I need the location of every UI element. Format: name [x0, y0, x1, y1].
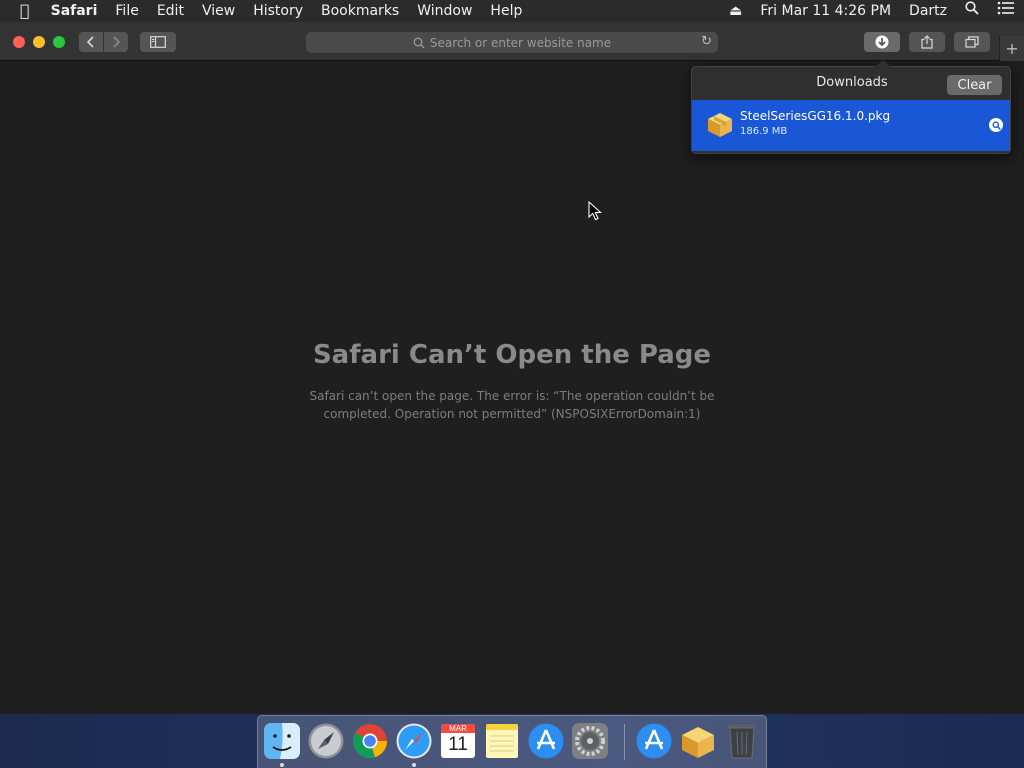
chevron-right-icon [113, 36, 121, 48]
menu-history[interactable]: History [244, 0, 312, 22]
menu-view[interactable]: View [193, 0, 244, 22]
dock-finder-icon[interactable] [263, 722, 301, 760]
sidebar-icon [150, 36, 166, 48]
menu-window[interactable]: Window [408, 0, 481, 22]
dock-app-store-folder-icon[interactable] [635, 722, 673, 760]
safari-toolbar: Search or enter website name ↻ [0, 22, 1024, 61]
address-bar[interactable]: Search or enter website name ↻ [306, 32, 718, 53]
dock-notes-icon[interactable] [483, 722, 521, 760]
dock-package-icon[interactable] [679, 722, 717, 760]
download-filesize: 186.9 MB [740, 126, 788, 137]
menu-bar:  Safari File Edit View History Bookmark… [0, 0, 1024, 22]
forward-button[interactable] [104, 32, 128, 52]
spotlight-search-icon[interactable] [956, 0, 988, 22]
downloads-popover: Downloads Clear SteelSeriesGG16.1.0.pkg … [691, 60, 1011, 154]
dock: MAR 11 [257, 715, 767, 768]
dock-launchpad-icon[interactable] [307, 722, 345, 760]
dock-app-store-icon[interactable] [527, 722, 565, 760]
download-filename: SteelSeriesGG16.1.0.pkg [740, 109, 891, 123]
running-indicator [412, 763, 416, 767]
popover-arrow [875, 60, 891, 67]
menu-app-safari[interactable]: Safari [42, 0, 107, 22]
running-indicator [280, 763, 284, 767]
back-button[interactable] [79, 32, 103, 52]
address-placeholder: Search or enter website name [429, 35, 612, 50]
dock-system-preferences-icon[interactable] [571, 722, 609, 760]
show-all-tabs-button[interactable] [954, 32, 990, 52]
dock-trash-icon[interactable] [723, 722, 761, 760]
apple-menu-icon[interactable]:  [0, 0, 42, 22]
menu-edit[interactable]: Edit [148, 0, 193, 22]
menu-user[interactable]: Dartz [900, 0, 956, 22]
error-title: Safari Can’t Open the Page [312, 340, 712, 370]
dock-chrome-icon[interactable] [351, 722, 389, 760]
download-arrow-icon [875, 35, 889, 49]
calendar-day: 11 [448, 734, 468, 755]
search-icon [413, 37, 425, 48]
package-icon [708, 113, 732, 137]
zoom-window-button[interactable] [53, 36, 65, 48]
dock-separator [624, 724, 625, 760]
clear-downloads-button[interactable]: Clear [947, 75, 1002, 95]
download-item[interactable]: SteelSeriesGG16.1.0.pkg 186.9 MB [692, 100, 1010, 151]
close-window-button[interactable] [13, 36, 25, 48]
chevron-left-icon [86, 36, 94, 48]
sidebar-toggle-button[interactable] [140, 32, 176, 52]
mouse-cursor-icon [588, 201, 602, 221]
menu-bookmarks[interactable]: Bookmarks [312, 0, 408, 22]
reload-icon[interactable]: ↻ [701, 34, 712, 49]
minimize-window-button[interactable] [33, 36, 45, 48]
new-tab-button[interactable]: + [999, 36, 1024, 61]
share-button[interactable] [909, 32, 945, 52]
dock-calendar-icon[interactable]: MAR 11 [439, 722, 477, 760]
calendar-month: MAR [441, 724, 475, 733]
menu-clock[interactable]: Fri Mar 11 4:26 PM [751, 0, 900, 22]
error-message: Safari can’t open the page. The error is… [309, 389, 715, 421]
page-content: Safari Can’t Open the Page Safari can’t … [0, 62, 1024, 714]
share-icon [921, 35, 933, 49]
menu-file[interactable]: File [106, 0, 147, 22]
dock-safari-icon[interactable] [395, 722, 433, 760]
reveal-in-finder-icon[interactable] [989, 118, 1003, 132]
menu-help[interactable]: Help [481, 0, 531, 22]
downloads-button[interactable] [864, 32, 900, 52]
eject-icon[interactable]: ⏏ [720, 0, 751, 22]
notification-center-icon[interactable] [988, 0, 1024, 22]
tabs-overview-icon [965, 36, 979, 48]
